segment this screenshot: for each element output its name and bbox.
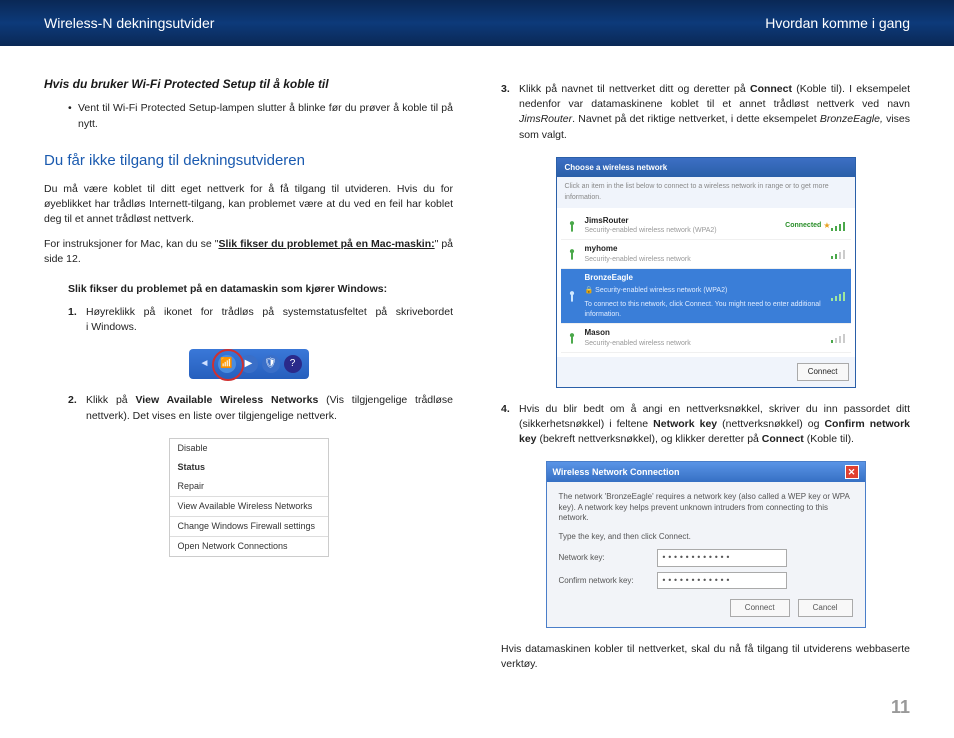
paragraph: Du må være koblet til ditt eget nettverk… <box>44 182 453 228</box>
step-number: 4. <box>501 402 519 448</box>
menu-item-disable[interactable]: Disable <box>170 439 328 458</box>
bullet-dot: • <box>68 101 78 131</box>
wireless-networks-dialog: Choose a wireless network Click an item … <box>556 157 856 388</box>
page-body: Hvis du bruker Wi-Fi Protected Setup til… <box>0 46 954 682</box>
dialog-buttons: Connect Cancel <box>559 599 853 617</box>
dialog-instruction: Type the key, and then click Connect. <box>559 531 853 543</box>
confirm-key-row: Confirm network key: •••••••••••• <box>559 572 853 590</box>
step-text: Høyreklikk på ikonet for trådløs på syst… <box>86 305 453 335</box>
network-key-input[interactable]: •••••••••••• <box>657 549 787 567</box>
steps-heading: Slik fikser du problemet på en datamaski… <box>68 282 453 297</box>
shield-icon: 🛡 <box>262 355 280 373</box>
confirm-key-input[interactable]: •••••••••••• <box>657 572 787 590</box>
cancel-button[interactable]: Cancel <box>798 599 853 617</box>
star-icon: ★ <box>823 220 830 232</box>
context-menu: Disable Status Repair View Available Wir… <box>169 438 329 557</box>
page-number: 11 <box>891 697 910 718</box>
paragraph: For instruksjoner for Mac, kan du se "Sl… <box>44 237 453 267</box>
antenna-icon <box>565 331 579 345</box>
figure-context-menu: Disable Status Repair View Available Wir… <box>44 438 453 557</box>
dialog-button-bar: Connect <box>557 357 855 387</box>
dialog-titlebar: Wireless Network Connection ✕ <box>547 462 865 482</box>
network-key-label: Network key: <box>559 552 657 564</box>
mac-link[interactable]: Slik fikser du problemet på en Mac-maski… <box>218 238 434 250</box>
figure-wifi-list: Choose a wireless network Click an item … <box>501 157 910 388</box>
signal-bars-icon <box>831 249 847 259</box>
menu-item-view-networks[interactable]: View Available Wireless Networks <box>170 496 328 516</box>
step-4: 4. Hvis du blir bedt om å angi en nettve… <box>501 402 910 448</box>
menu-item-status[interactable]: Status <box>170 458 328 477</box>
figure-systray: ◄ 📶 ▶ 🛡 ? <box>44 349 453 379</box>
signal-bars-icon <box>831 333 847 343</box>
step-text: Klikk på navnet til nettverket ditt og d… <box>519 82 910 143</box>
menu-item-repair[interactable]: Repair <box>170 477 328 496</box>
step-number: 1. <box>68 305 86 335</box>
page-header: Wireless-N dekningsutvider Hvordan komme… <box>0 0 954 46</box>
step-3: 3. Klikk på navnet til nettverket ditt o… <box>501 82 910 143</box>
close-icon[interactable]: ✕ <box>845 465 859 479</box>
signal-bars-icon <box>831 221 847 231</box>
step-1: 1. Høyreklikk på ikonet for trådløs på s… <box>68 305 453 335</box>
menu-item-firewall[interactable]: Change Windows Firewall settings <box>170 516 328 536</box>
systray-mock: ◄ 📶 ▶ 🛡 ? <box>189 349 309 379</box>
figure-key-dialog: Wireless Network Connection ✕ The networ… <box>501 461 910 628</box>
antenna-icon <box>565 247 579 261</box>
section-heading-wps: Hvis du bruker Wi-Fi Protected Setup til… <box>44 76 453 93</box>
arrow-icon: ◄ <box>196 355 214 373</box>
step-number: 3. <box>501 82 519 143</box>
menu-item-open-connections[interactable]: Open Network Connections <box>170 536 328 556</box>
dialog-subtitle: Click an item in the list below to conne… <box>557 177 855 207</box>
step-text: Klikk på View Available Wireless Network… <box>86 393 453 423</box>
network-row-myhome[interactable]: myhomeSecurity-enabled wireless network <box>561 240 851 269</box>
right-column: 3. Klikk på navnet til nettverket ditt o… <box>501 76 910 682</box>
section-heading-noaccess: Du får ikke tilgang til dekningsutvidere… <box>44 150 453 172</box>
header-left: Wireless-N dekningsutvider <box>44 15 214 31</box>
network-row-mason[interactable]: MasonSecurity-enabled wireless network <box>561 324 851 353</box>
network-row-bronzeeagle[interactable]: BronzeEagle🔒 Security-enabled wireless n… <box>561 269 851 324</box>
step-number: 2. <box>68 393 86 423</box>
connected-label: Connected <box>785 221 821 231</box>
left-column: Hvis du bruker Wi-Fi Protected Setup til… <box>44 76 453 682</box>
network-list: JimsRouterSecurity-enabled wireless netw… <box>557 208 855 357</box>
wifi-icon[interactable]: 📶 <box>218 355 236 373</box>
network-key-row: Network key: •••••••••••• <box>559 549 853 567</box>
confirm-key-label: Confirm network key: <box>559 575 657 587</box>
connect-button[interactable]: Connect <box>797 363 849 381</box>
bullet-item: • Vent til Wi-Fi Protected Setup-lampen … <box>68 101 453 131</box>
dialog-description: The network 'BronzeEagle' requires a net… <box>559 492 853 523</box>
network-row-jimsrouter[interactable]: JimsRouterSecurity-enabled wireless netw… <box>561 212 851 241</box>
header-right: Hvordan komme i gang <box>765 15 910 31</box>
step-text: Hvis du blir bedt om å angi en nettverks… <box>519 402 910 448</box>
antenna-icon <box>565 219 579 233</box>
signal-bars-icon <box>831 291 847 301</box>
connect-button[interactable]: Connect <box>730 599 790 617</box>
dialog-title-text: Wireless Network Connection <box>553 466 680 479</box>
conclusion-paragraph: Hvis datamaskinen kobler til nettverket,… <box>501 642 910 672</box>
step-2: 2. Klikk på View Available Wireless Netw… <box>68 393 453 423</box>
antenna-icon <box>565 289 579 303</box>
network-key-dialog: Wireless Network Connection ✕ The networ… <box>546 461 866 628</box>
bullet-text: Vent til Wi-Fi Protected Setup-lampen sl… <box>78 101 453 131</box>
dialog-title: Choose a wireless network <box>557 158 855 178</box>
help-icon: ? <box>284 355 302 373</box>
